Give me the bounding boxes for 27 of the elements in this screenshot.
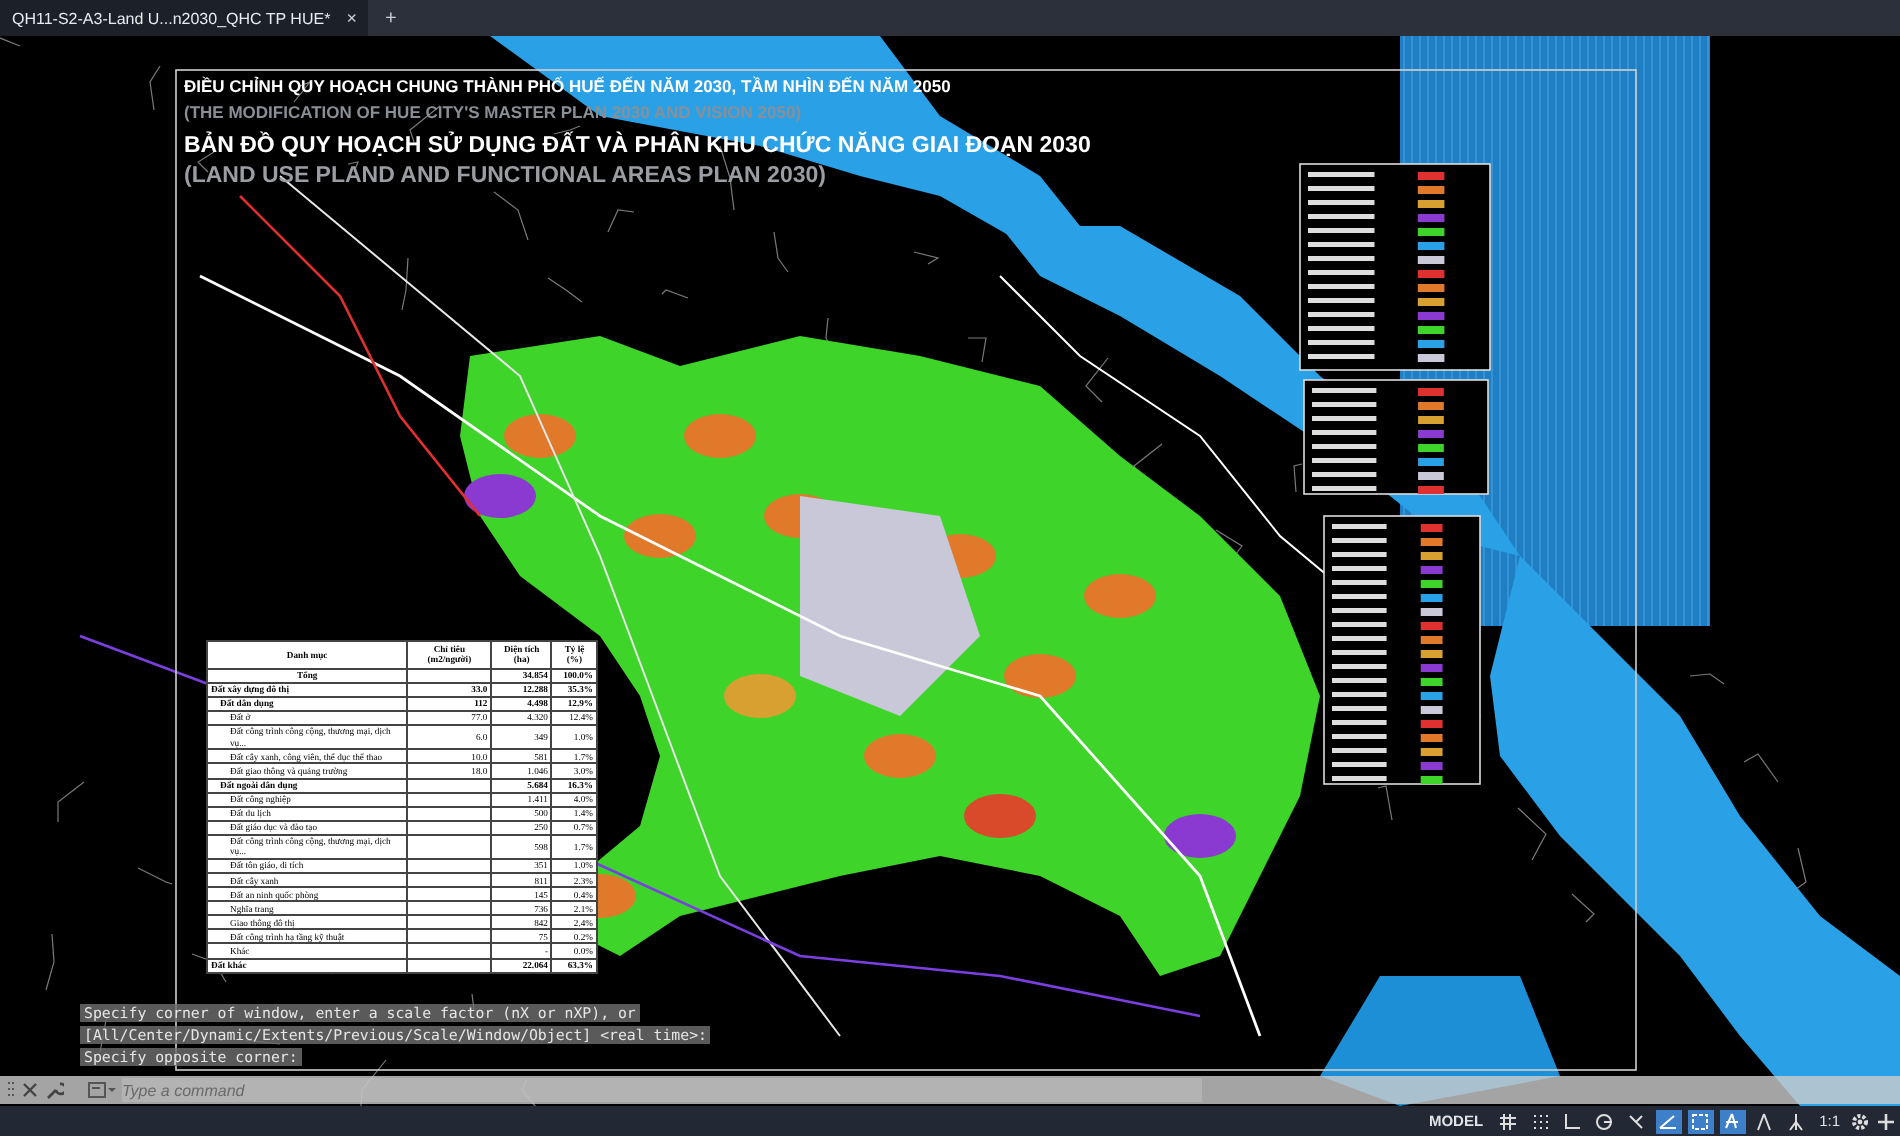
zone-patch — [1004, 654, 1076, 698]
settings-icon[interactable] — [1850, 1111, 1870, 1131]
angle-icon[interactable] — [1655, 1109, 1682, 1133]
map-subtitle: (LAND USE PLAND AND FUNCTIONAL AREAS PLAN 2030) — [184, 164, 828, 188]
annotation-icon[interactable] — [1719, 1109, 1746, 1133]
zone-patch — [864, 734, 936, 778]
zone-patch — [724, 674, 796, 718]
command-input-field[interactable]: Type a command — [122, 1078, 1202, 1102]
ortho-icon[interactable] — [1559, 1109, 1586, 1133]
table-cell — [407, 834, 492, 860]
prompt-icon[interactable] — [88, 1081, 116, 1099]
zone-patch — [964, 794, 1036, 838]
table-cell — [407, 668, 492, 683]
zone-patch — [624, 514, 696, 558]
file-tab[interactable]: QH11-S2-A3-Land U...n2030_QHC TP HUE* × — [0, 0, 369, 36]
selection-icon[interactable] — [1687, 1109, 1714, 1133]
close-tab-button[interactable]: × — [346, 8, 357, 28]
plus-icon[interactable] — [1876, 1111, 1896, 1131]
polar-icon[interactable] — [1591, 1109, 1618, 1133]
grid-icon[interactable] — [1495, 1109, 1522, 1133]
zone-patch — [464, 474, 536, 518]
new-tab-button[interactable]: + — [368, 0, 413, 36]
zone-patch — [684, 414, 756, 458]
zone-patch — [1164, 814, 1236, 858]
close-icon[interactable] — [22, 1082, 38, 1098]
zone-patch — [1084, 574, 1156, 618]
zone-patch — [504, 414, 576, 458]
